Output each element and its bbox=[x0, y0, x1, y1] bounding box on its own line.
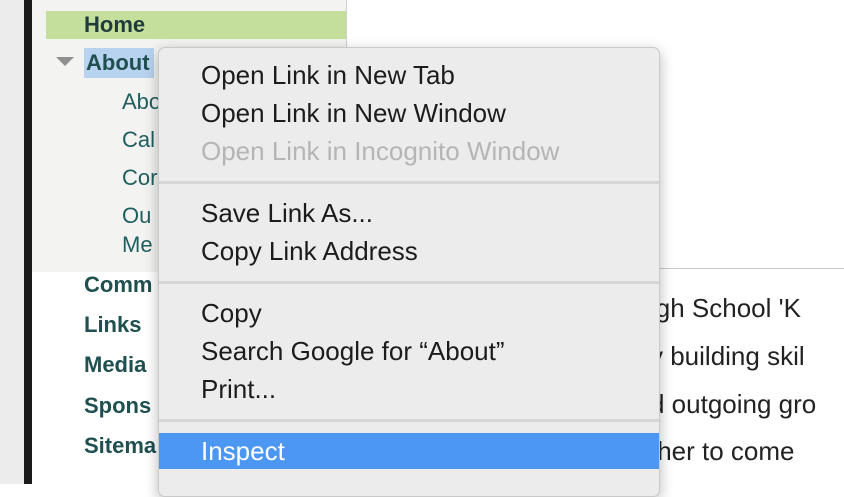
nav-about-subitem[interactable]: Cal bbox=[122, 127, 155, 153]
nav-about-subitem[interactable]: Ou bbox=[122, 203, 151, 229]
menu-open-new-window[interactable]: Open Link in New Window bbox=[159, 95, 659, 131]
menu-copy[interactable]: Copy bbox=[159, 295, 659, 331]
nav-sponsors-link[interactable]: Spons bbox=[84, 393, 151, 419]
content-text-line: ther to come bbox=[650, 436, 795, 466]
menu-save-link-as[interactable]: Save Link As... bbox=[159, 195, 659, 231]
context-menu: Open Link in New Tab Open Link in New Wi… bbox=[158, 47, 660, 497]
nav-about-subitem[interactable]: Cor bbox=[122, 165, 157, 191]
menu-separator bbox=[159, 281, 659, 284]
nav-media-link[interactable]: Media bbox=[84, 352, 146, 378]
menu-open-incognito: Open Link in Incognito Window bbox=[201, 136, 560, 166]
menu-separator bbox=[159, 419, 659, 422]
nav-about-link[interactable]: About bbox=[84, 48, 154, 78]
nav-sitemap-link[interactable]: Sitema bbox=[84, 433, 156, 459]
content-text-line: y building skil bbox=[650, 341, 805, 371]
nav-about-subitem[interactable]: Me bbox=[122, 232, 153, 258]
menu-print[interactable]: Print... bbox=[159, 371, 659, 407]
nav-home-link[interactable]: Home bbox=[46, 11, 346, 39]
nav-links-link[interactable]: Links bbox=[84, 312, 141, 338]
nav-comm-link[interactable]: Comm bbox=[84, 272, 152, 298]
menu-copy-link-address[interactable]: Copy Link Address bbox=[159, 233, 659, 269]
window-left-strip bbox=[0, 0, 24, 484]
expand-triangle-icon[interactable] bbox=[56, 57, 74, 66]
content-text-line: d outgoing gro bbox=[650, 389, 817, 419]
menu-open-new-tab[interactable]: Open Link in New Tab bbox=[159, 57, 659, 93]
nav-about-subitem[interactable]: Abo bbox=[122, 89, 161, 115]
menu-separator bbox=[159, 181, 659, 184]
window-left-border bbox=[24, 0, 32, 484]
content-text-line: igh School 'K bbox=[650, 293, 801, 323]
menu-inspect[interactable]: Inspect bbox=[159, 433, 659, 469]
menu-search-google[interactable]: Search Google for “About” bbox=[159, 333, 659, 369]
